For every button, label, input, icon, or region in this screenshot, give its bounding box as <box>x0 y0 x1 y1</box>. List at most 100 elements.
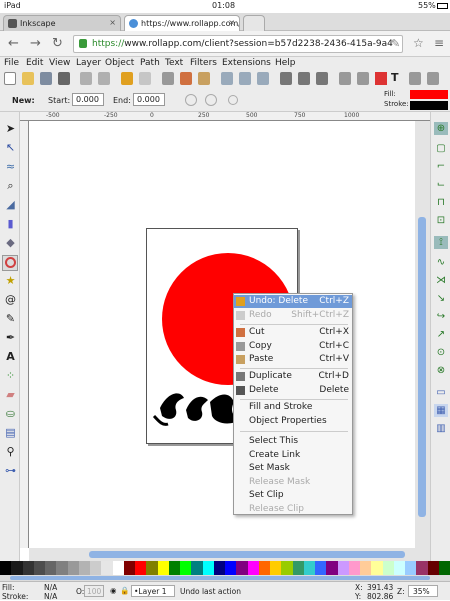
menu-filters[interactable]: Filters <box>190 58 217 68</box>
snap-smooth-icon[interactable]: ↪ <box>434 310 448 323</box>
color-palette[interactable] <box>0 561 450 575</box>
color-swatch[interactable] <box>326 561 338 575</box>
redo-icon[interactable] <box>139 72 151 85</box>
menu-item-duplicate[interactable]: Duplicate Ctrl+D <box>234 370 352 383</box>
xml-editor-icon[interactable] <box>427 72 439 85</box>
vertical-scrollbar[interactable] <box>415 121 430 548</box>
undo-icon[interactable] <box>121 72 133 85</box>
paste-icon[interactable] <box>198 72 210 85</box>
snap-page-icon[interactable]: ▭ <box>434 386 448 399</box>
color-swatch[interactable] <box>427 561 439 575</box>
menu-item-paste[interactable]: Paste Ctrl+V <box>234 353 352 366</box>
color-swatch[interactable] <box>112 561 124 575</box>
text-font-icon[interactable]: T <box>391 71 403 84</box>
end-angle-input[interactable]: 0.000 <box>133 93 165 106</box>
color-swatch[interactable] <box>56 561 68 575</box>
eraser-tool-icon[interactable]: ▰ <box>4 388 17 401</box>
snap-intersection-icon[interactable]: ⋊ <box>434 274 448 287</box>
zoom-selection-icon[interactable] <box>221 72 233 85</box>
snap-grid-icon[interactable]: ▦ <box>434 404 448 417</box>
snap-bbox-corner-icon[interactable]: ⌙ <box>434 178 448 191</box>
color-swatch[interactable] <box>315 561 327 575</box>
color-swatch[interactable] <box>236 561 248 575</box>
new-document-icon[interactable] <box>4 72 16 85</box>
color-swatch[interactable] <box>202 561 214 575</box>
text-tool-icon[interactable]: A <box>4 350 17 363</box>
layer-lock-icon[interactable]: 🔒 <box>120 586 129 595</box>
color-swatch[interactable] <box>360 561 372 575</box>
close-icon[interactable]: × <box>228 18 235 27</box>
node-tool-icon[interactable]: ↖ <box>4 141 17 154</box>
snap-cusp-icon[interactable]: ↘ <box>434 292 448 305</box>
menu-item-release-mask[interactable]: Release Mask <box>234 476 352 489</box>
export-icon[interactable] <box>98 72 110 85</box>
tab-inkscape[interactable]: Inkscape × <box>3 15 121 31</box>
menu-item-set-clip[interactable]: Set Clip <box>234 489 352 502</box>
menu-item-object-properties[interactable]: Object Properties <box>234 415 352 428</box>
menu-item-undo[interactable]: Undo: Delete Ctrl+Z <box>234 295 352 308</box>
unlink-clone-icon[interactable] <box>316 72 328 85</box>
color-swatch[interactable] <box>292 561 304 575</box>
connector-tool-icon[interactable]: ⊶ <box>4 464 17 477</box>
star-icon[interactable]: ☆ <box>413 36 424 50</box>
color-swatch[interactable] <box>337 561 349 575</box>
pencil-tool-icon[interactable]: ✎ <box>4 312 17 325</box>
rectangle-tool-icon[interactable]: ▮ <box>4 217 17 230</box>
color-swatch[interactable] <box>247 561 259 575</box>
snap-nodes-icon[interactable]: ⟟ <box>434 236 448 249</box>
menu-item-create-link[interactable]: Create Link <box>234 449 352 462</box>
ungroup-icon[interactable] <box>357 72 369 85</box>
color-swatch[interactable] <box>348 561 360 575</box>
open-icon[interactable] <box>22 72 34 85</box>
group-icon[interactable] <box>339 72 351 85</box>
layer-selector[interactable]: •Layer 1 <box>131 585 175 597</box>
selector-tool-icon[interactable]: ➤ <box>4 122 17 135</box>
forward-arrow-icon[interactable]: → <box>30 36 41 51</box>
menu-icon[interactable]: ≡ <box>434 36 444 50</box>
color-swatch[interactable] <box>78 561 90 575</box>
horizontal-scrollbar[interactable] <box>29 548 430 561</box>
snap-bbox-midpoint-icon[interactable]: ⊓ <box>434 196 448 209</box>
color-swatch[interactable] <box>382 561 394 575</box>
new-tab-button[interactable] <box>243 15 265 31</box>
menu-text[interactable]: Text <box>165 58 183 68</box>
color-swatch[interactable] <box>371 561 383 575</box>
color-swatch[interactable] <box>0 561 12 575</box>
open-arc-icon[interactable] <box>205 94 217 106</box>
color-swatch[interactable] <box>416 561 428 575</box>
menu-path[interactable]: Path <box>140 58 160 68</box>
copy-icon[interactable] <box>162 72 174 85</box>
fill-swatch[interactable] <box>410 90 448 99</box>
scrollbar-thumb[interactable] <box>10 576 430 580</box>
color-swatch[interactable] <box>438 561 450 575</box>
address-bar[interactable]: https://www.rollapp.com/client?session=b… <box>73 35 403 53</box>
color-swatch[interactable] <box>405 561 417 575</box>
menu-item-fill-and-stroke[interactable]: Fill and Stroke <box>234 401 352 414</box>
color-swatch[interactable] <box>67 561 79 575</box>
zoom-drawing-icon[interactable] <box>239 72 251 85</box>
menu-item-set-mask[interactable]: Set Mask <box>234 462 352 475</box>
gradient-tool-icon[interactable]: ▤ <box>4 426 17 439</box>
snap-path-icon[interactable]: ∿ <box>434 256 448 269</box>
color-swatch[interactable] <box>45 561 57 575</box>
color-swatch[interactable] <box>157 561 169 575</box>
snap-rotation-center-icon[interactable]: ⊗ <box>434 364 448 377</box>
menu-item-release-clip[interactable]: Release Clip <box>234 503 352 516</box>
paint-bucket-tool-icon[interactable]: ⛀ <box>4 407 17 420</box>
color-swatch[interactable] <box>168 561 180 575</box>
print-icon[interactable] <box>58 72 70 85</box>
color-swatch[interactable] <box>135 561 147 575</box>
color-swatch[interactable] <box>303 561 315 575</box>
make-whole-icon[interactable] <box>228 95 238 105</box>
snap-midpoint-icon[interactable]: ↗ <box>434 328 448 341</box>
pen-tool-icon[interactable]: ✒ <box>4 331 17 344</box>
save-icon[interactable] <box>40 72 52 85</box>
reload-icon[interactable]: ↻ <box>52 36 63 51</box>
menu-edit[interactable]: Edit <box>26 58 43 68</box>
fill-stroke-dialog-icon[interactable] <box>375 72 387 85</box>
layer-visibility-icon[interactable]: ◉ <box>110 586 117 595</box>
color-swatch[interactable] <box>393 561 405 575</box>
menu-item-delete[interactable]: Delete Delete <box>234 384 352 397</box>
menu-layer[interactable]: Layer <box>76 58 101 68</box>
dropper-tool-icon[interactable]: ⚲ <box>4 445 17 458</box>
